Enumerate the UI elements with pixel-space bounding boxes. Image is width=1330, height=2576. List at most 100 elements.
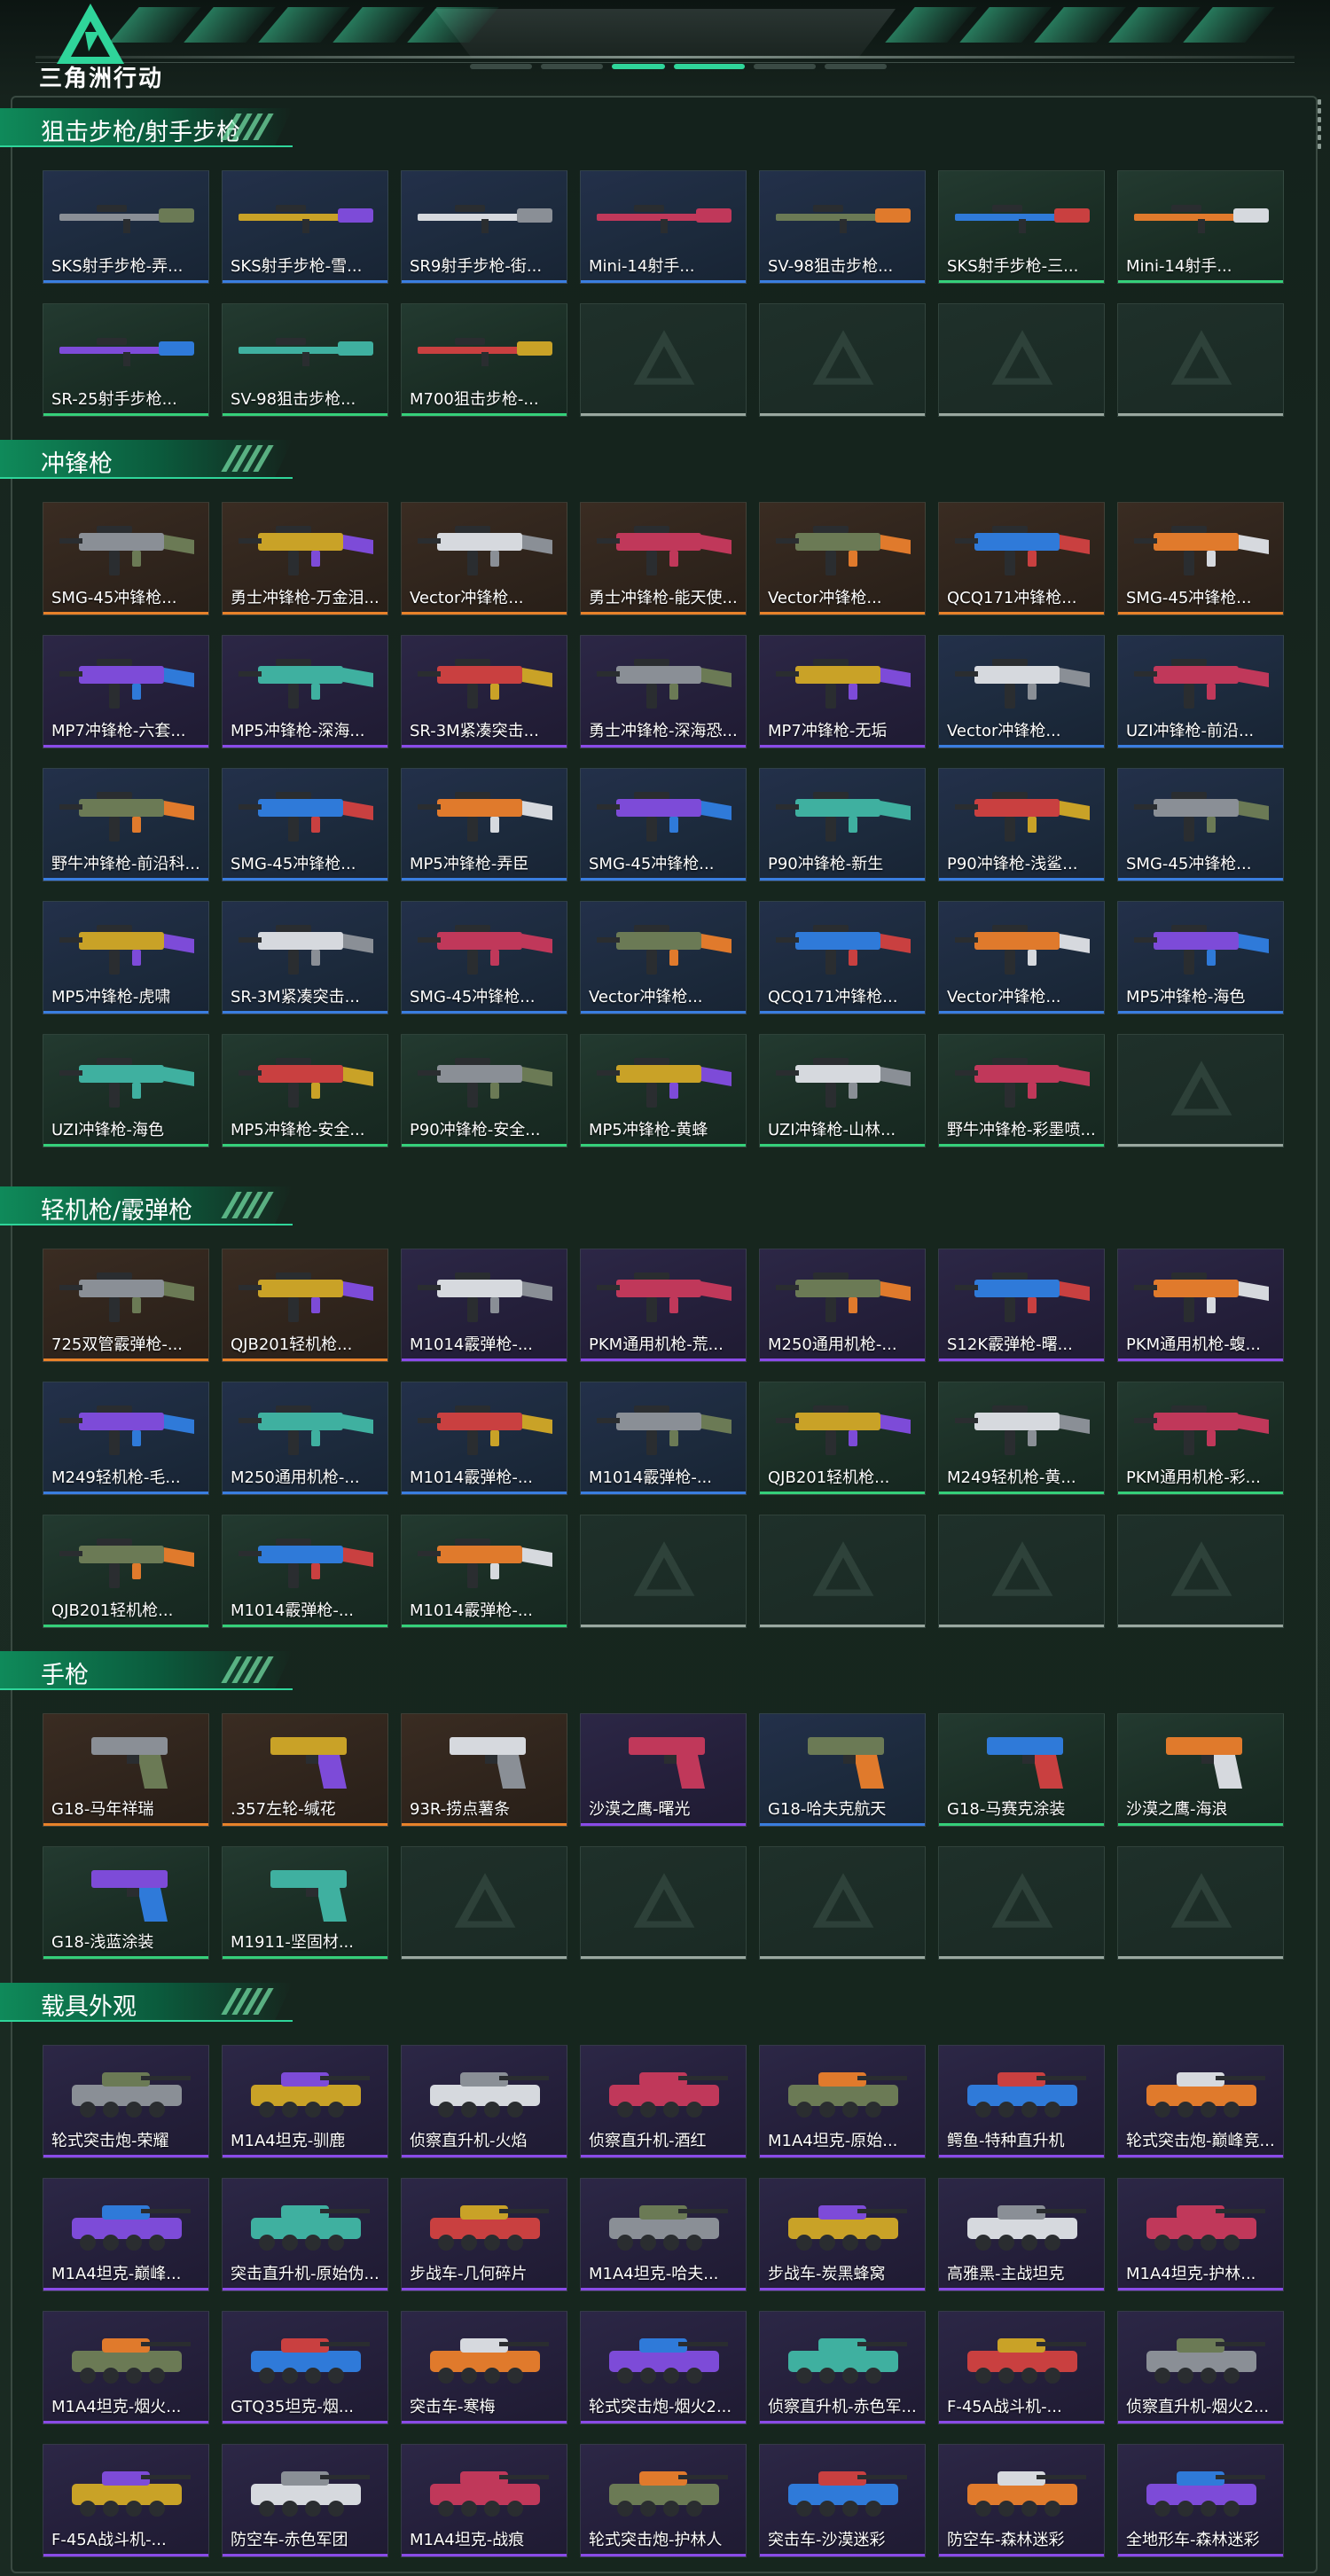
item-card[interactable]: 轮式突击炮-巅峰竞...	[1117, 2045, 1284, 2158]
item-card[interactable]: 突击车-寒梅	[401, 2311, 567, 2424]
item-card[interactable]: QJB201轻机枪...	[759, 1382, 926, 1495]
item-card[interactable]: PKM通用机枪-彩...	[1117, 1382, 1284, 1495]
item-card[interactable]: SMG-45冲锋枪...	[401, 901, 567, 1014]
item-card[interactable]: 野牛冲锋枪-前沿科...	[43, 768, 209, 881]
item-card[interactable]: QJB201轻机枪...	[222, 1249, 388, 1362]
item-card[interactable]: M1A4坦克-巅峰...	[43, 2178, 209, 2291]
item-card[interactable]: 步战车-几何碎片	[401, 2178, 567, 2291]
item-card[interactable]: SMG-45冲锋枪...	[1117, 768, 1284, 881]
item-card[interactable]: F-45A战斗机-...	[938, 2311, 1105, 2424]
item-card[interactable]: M249轻机枪-毛...	[43, 1382, 209, 1495]
item-card[interactable]: SR-25射手步枪...	[43, 303, 209, 417]
item-card[interactable]: SMG-45冲锋枪...	[43, 502, 209, 615]
scrollbar[interactable]	[1316, 96, 1323, 170]
item-card[interactable]: Vector冲锋枪...	[401, 502, 567, 615]
item-card[interactable]: M1911-坚固材...	[222, 1846, 388, 1960]
item-card[interactable]: M1014霰弹枪-...	[401, 1382, 567, 1495]
item-card[interactable]: P90冲锋枪-浅鲨...	[938, 768, 1105, 881]
item-card[interactable]: SR-3M紧凑突击...	[401, 635, 567, 748]
item-card[interactable]: 勇士冲锋枪-能天使...	[580, 502, 747, 615]
item-card[interactable]: SKS射手步枪-雪...	[222, 170, 388, 284]
item-card[interactable]: MP5冲锋枪-安全...	[222, 1034, 388, 1147]
item-card[interactable]: 防空车-森林迷彩	[938, 2444, 1105, 2557]
item-card[interactable]: PKM通用机枪-荒...	[580, 1249, 747, 1362]
item-card[interactable]: Mini-14射手...	[1117, 170, 1284, 284]
item-card[interactable]: M1A4坦克-战痕	[401, 2444, 567, 2557]
item-card[interactable]: M1A4坦克-烟火...	[43, 2311, 209, 2424]
item-card[interactable]: 轮式突击炮-护林人	[580, 2444, 747, 2557]
item-card[interactable]: 轮式突击炮-烟火2...	[580, 2311, 747, 2424]
item-card[interactable]: UZI冲锋枪-海色	[43, 1034, 209, 1147]
item-card[interactable]: P90冲锋枪-新生	[759, 768, 926, 881]
item-card[interactable]: 侦察直升机-火焰	[401, 2045, 567, 2158]
item-card[interactable]: 侦察直升机-烟火2...	[1117, 2311, 1284, 2424]
item-card[interactable]: 沙漠之鹰-曙光	[580, 1713, 747, 1827]
item-card[interactable]: Mini-14射手...	[580, 170, 747, 284]
item-card[interactable]: 鳄鱼-特种直升机	[938, 2045, 1105, 2158]
item-card[interactable]: 93R-捞点薯条	[401, 1713, 567, 1827]
item-card[interactable]: 全地形车-森林迷彩	[1117, 2444, 1284, 2557]
item-card[interactable]: 野牛冲锋枪-彩墨喷...	[938, 1034, 1105, 1147]
item-card[interactable]: G18-马赛克涂装	[938, 1713, 1105, 1827]
item-card[interactable]: SMG-45冲锋枪...	[1117, 502, 1284, 615]
item-card[interactable]: M250通用机枪-...	[759, 1249, 926, 1362]
item-card[interactable]: MP7冲锋枪-六套...	[43, 635, 209, 748]
item-card[interactable]: M1A4坦克-驯鹿	[222, 2045, 388, 2158]
item-card[interactable]: M1014霰弹枪-...	[222, 1515, 388, 1628]
item-card[interactable]: UZI冲锋枪-山林...	[759, 1034, 926, 1147]
item-card[interactable]: MP5冲锋枪-海色	[1117, 901, 1284, 1014]
item-card[interactable]: QCQ171冲锋枪...	[759, 901, 926, 1014]
item-card[interactable]: M1014霰弹枪-...	[401, 1515, 567, 1628]
item-card[interactable]: M1A4坦克-哈夫...	[580, 2178, 747, 2291]
item-card[interactable]: QJB201轻机枪...	[43, 1515, 209, 1628]
item-card[interactable]: 725双管霰弹枪-...	[43, 1249, 209, 1362]
item-card[interactable]: F-45A战斗机-...	[43, 2444, 209, 2557]
item-card[interactable]: 沙漠之鹰-海浪	[1117, 1713, 1284, 1827]
item-card[interactable]: SKS射手步枪-弄...	[43, 170, 209, 284]
item-card[interactable]: QCQ171冲锋枪...	[938, 502, 1105, 615]
item-card[interactable]: 突击车-沙漠迷彩	[759, 2444, 926, 2557]
item-card[interactable]: UZI冲锋枪-前沿...	[1117, 635, 1284, 748]
item-card[interactable]: .357左轮-缄花	[222, 1713, 388, 1827]
item-card[interactable]: 勇士冲锋枪-深海恐...	[580, 635, 747, 748]
item-card[interactable]: M1014霰弹枪-...	[580, 1382, 747, 1495]
item-card[interactable]: SKS射手步枪-三...	[938, 170, 1105, 284]
item-card[interactable]: PKM通用机枪-蝮...	[1117, 1249, 1284, 1362]
item-card[interactable]: M700狙击步枪-...	[401, 303, 567, 417]
item-card[interactable]: SMG-45冲锋枪...	[222, 768, 388, 881]
item-card[interactable]: Vector冲锋枪...	[938, 635, 1105, 748]
item-card[interactable]: SR-3M紧凑突击...	[222, 901, 388, 1014]
item-card[interactable]: MP5冲锋枪-黄蜂	[580, 1034, 747, 1147]
item-card[interactable]: M249轻机枪-黄...	[938, 1382, 1105, 1495]
item-card[interactable]: GTQ35坦克-烟...	[222, 2311, 388, 2424]
item-card[interactable]: 轮式突击炮-荣耀	[43, 2045, 209, 2158]
item-card[interactable]: 高雅黑-主战坦克	[938, 2178, 1105, 2291]
item-card[interactable]: 防空车-赤色军团	[222, 2444, 388, 2557]
item-card[interactable]: Vector冲锋枪...	[759, 502, 926, 615]
item-card[interactable]: M250通用机枪-...	[222, 1382, 388, 1495]
item-card[interactable]: G18-马年祥瑞	[43, 1713, 209, 1827]
item-card[interactable]: P90冲锋枪-安全...	[401, 1034, 567, 1147]
item-card[interactable]: SV-98狙击步枪...	[222, 303, 388, 417]
item-card[interactable]: SMG-45冲锋枪...	[580, 768, 747, 881]
item-card[interactable]: M1A4坦克-原始...	[759, 2045, 926, 2158]
item-card[interactable]: SR9射手步枪-街...	[401, 170, 567, 284]
item-card[interactable]: 侦察直升机-酒红	[580, 2045, 747, 2158]
item-card[interactable]: SV-98狙击步枪...	[759, 170, 926, 284]
item-card[interactable]: MP5冲锋枪-虎啸	[43, 901, 209, 1014]
item-card[interactable]: M1014霰弹枪-...	[401, 1249, 567, 1362]
item-card[interactable]: G18-哈夫克航天	[759, 1713, 926, 1827]
item-card[interactable]: MP5冲锋枪-弄臣	[401, 768, 567, 881]
item-card[interactable]: G18-浅蓝涂装	[43, 1846, 209, 1960]
item-card[interactable]: 步战车-炭黑蜂窝	[759, 2178, 926, 2291]
item-card[interactable]: 突击直升机-原始伪...	[222, 2178, 388, 2291]
item-card[interactable]: S12K霰弹枪-曙...	[938, 1249, 1105, 1362]
item-card[interactable]: Vector冲锋枪...	[938, 901, 1105, 1014]
item-card[interactable]: 勇士冲锋枪-万金泪...	[222, 502, 388, 615]
item-card[interactable]: M1A4坦克-护林...	[1117, 2178, 1284, 2291]
item-card[interactable]: MP5冲锋枪-深海...	[222, 635, 388, 748]
item-card[interactable]: MP7冲锋枪-无垢	[759, 635, 926, 748]
item-card[interactable]: Vector冲锋枪...	[580, 901, 747, 1014]
header-divider	[35, 56, 1295, 59]
item-card[interactable]: 侦察直升机-赤色军...	[759, 2311, 926, 2424]
